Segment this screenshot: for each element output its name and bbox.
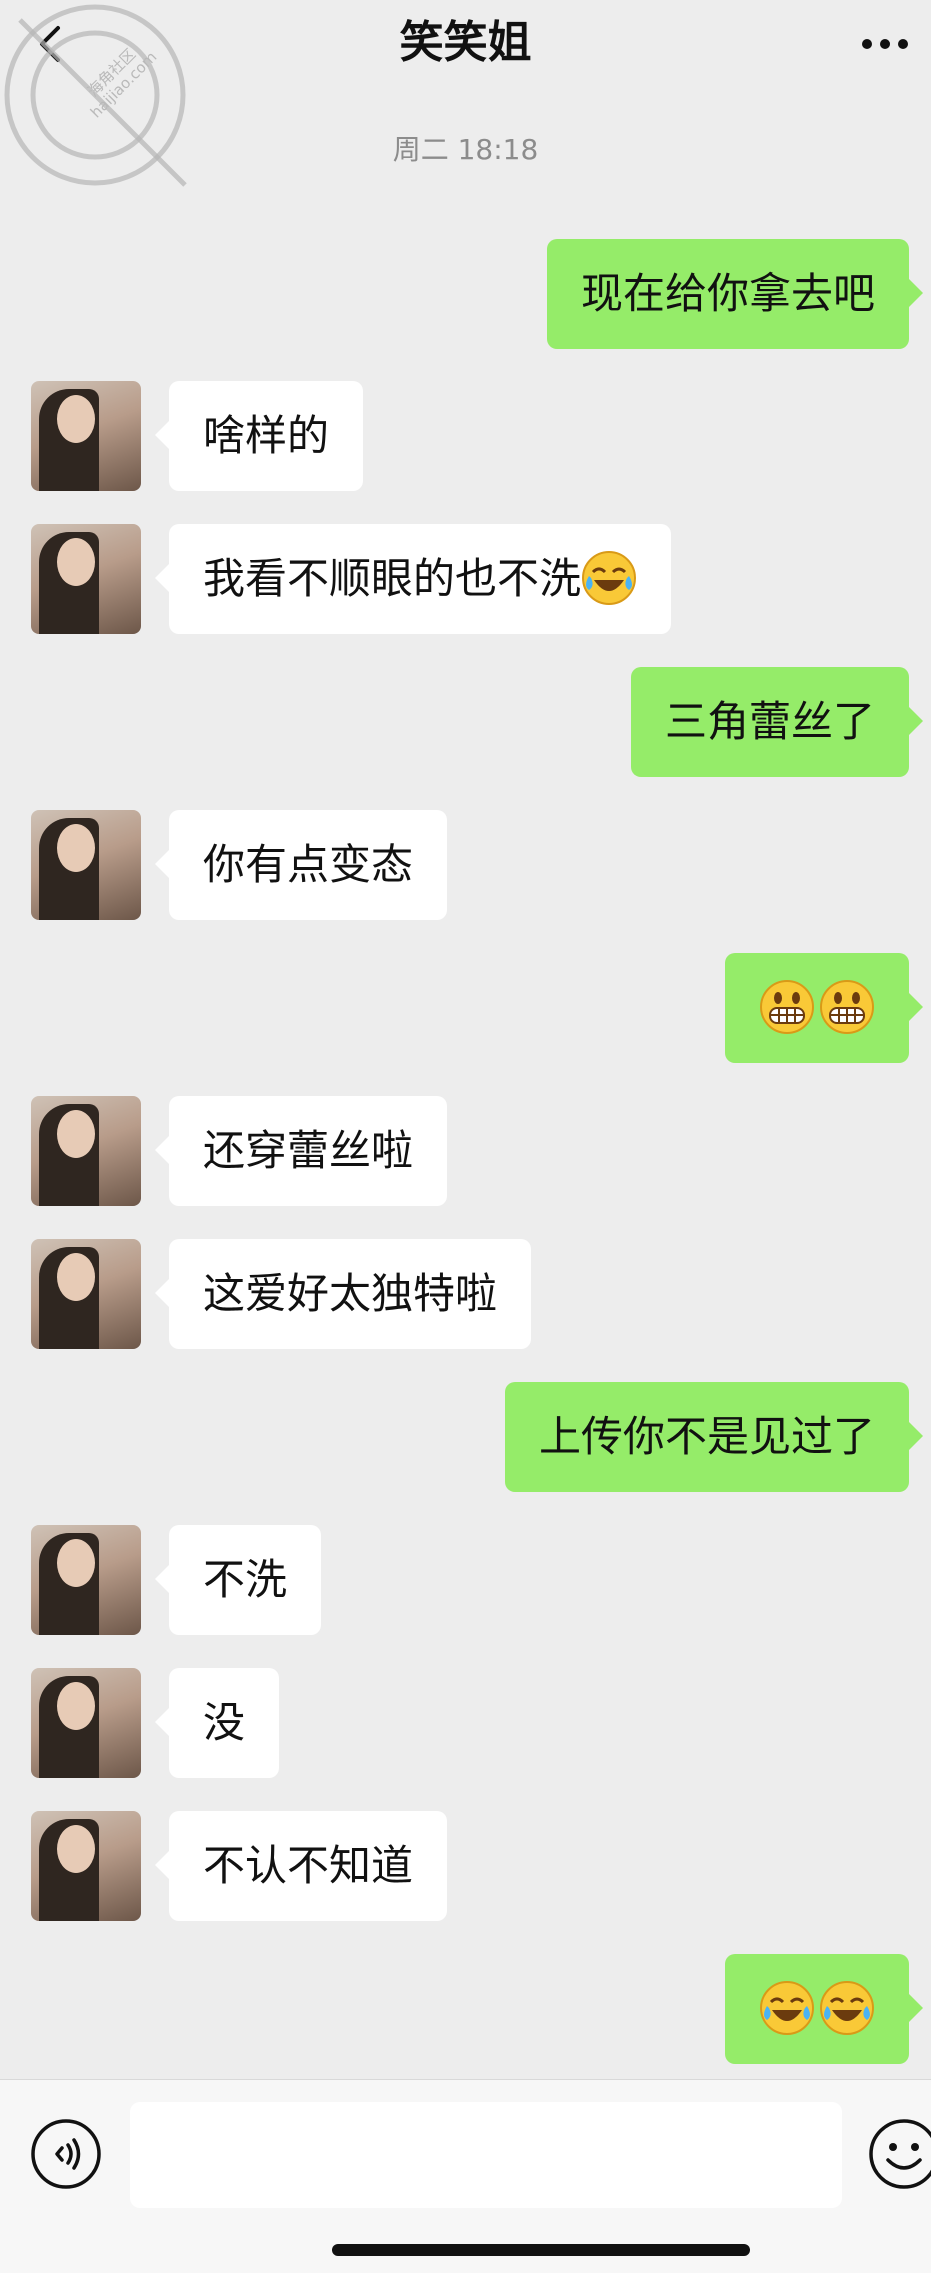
voice-icon[interactable]: [30, 2118, 102, 2190]
grinning-emoji-icon: [820, 979, 874, 1034]
incoming-message[interactable]: 没: [154, 1668, 280, 1778]
message-row: 现在给你拿去吧: [0, 239, 931, 349]
message-text: 现在给你拿去吧: [580, 269, 875, 318]
message-text: 不认不知道: [203, 1841, 414, 1890]
message-text: 没: [203, 1698, 246, 1747]
outgoing-message[interactable]: 三角蕾丝了: [630, 667, 924, 777]
avatar[interactable]: [31, 381, 141, 491]
message-row: 三角蕾丝了: [0, 667, 931, 777]
emoji-icon[interactable]: [868, 2118, 931, 2190]
outgoing-message[interactable]: 上传你不是见过了: [504, 1382, 924, 1492]
message-row: 上传你不是见过了: [0, 1382, 931, 1492]
message-row: 我看不顺眼的也不洗: [0, 524, 931, 634]
incoming-message[interactable]: 你有点变态: [154, 810, 448, 920]
page-title: 笑笑姐: [399, 17, 532, 68]
home-indicator: [332, 2244, 750, 2256]
message-row: 啥样的: [0, 381, 931, 491]
incoming-message[interactable]: 不认不知道: [154, 1811, 448, 1921]
avatar[interactable]: [31, 810, 141, 920]
incoming-message[interactable]: 不洗: [154, 1525, 322, 1635]
message-row: [0, 1954, 931, 2064]
chat-header: 笑笑姐: [0, 0, 931, 86]
outgoing-message[interactable]: [725, 1954, 923, 2064]
message-text: 啥样的: [203, 411, 330, 460]
more-dots-icon[interactable]: [855, 26, 915, 62]
incoming-message[interactable]: 还穿蕾丝啦: [154, 1096, 448, 1206]
grinning-emoji-icon: [760, 979, 814, 1034]
message-text: 这爱好太独特啦: [203, 1269, 498, 1318]
message-row: 没: [0, 1668, 931, 1778]
avatar[interactable]: [31, 1668, 141, 1778]
message-text: 不洗: [203, 1555, 288, 1604]
message-row: 不认不知道: [0, 1811, 931, 1921]
message-row: [0, 953, 931, 1063]
incoming-message[interactable]: 这爱好太独特啦: [154, 1239, 532, 1349]
crying-laughing-emoji-icon: [760, 1980, 814, 2035]
crying-laughing-emoji-icon: [582, 550, 637, 605]
crying-laughing-emoji-icon: [820, 1980, 874, 2035]
avatar[interactable]: [31, 1239, 141, 1349]
message-text: 还穿蕾丝啦: [203, 1126, 414, 1175]
avatar[interactable]: [31, 1096, 141, 1206]
message-text: 我看不顺眼的也不洗: [203, 554, 582, 603]
incoming-message[interactable]: 啥样的: [154, 381, 364, 491]
avatar[interactable]: [31, 524, 141, 634]
message-input[interactable]: [130, 2102, 842, 2208]
message-timestamp: 周二 18:18: [392, 133, 539, 166]
outgoing-message[interactable]: 现在给你拿去吧: [546, 239, 924, 349]
message-text: 上传你不是见过了: [538, 1412, 875, 1461]
input-bar: [0, 2079, 931, 2273]
message-row: 不洗: [0, 1525, 931, 1635]
message-row: 你有点变态: [0, 810, 931, 920]
avatar[interactable]: [31, 1525, 141, 1635]
outgoing-message[interactable]: [725, 953, 923, 1063]
incoming-message[interactable]: 我看不顺眼的也不洗: [154, 524, 672, 634]
message-text: 三角蕾丝了: [664, 697, 875, 746]
message-row: 这爱好太独特啦: [0, 1239, 931, 1349]
message-row: 还穿蕾丝啦: [0, 1096, 931, 1206]
avatar[interactable]: [31, 1811, 141, 1921]
message-text: 你有点变态: [203, 840, 414, 889]
